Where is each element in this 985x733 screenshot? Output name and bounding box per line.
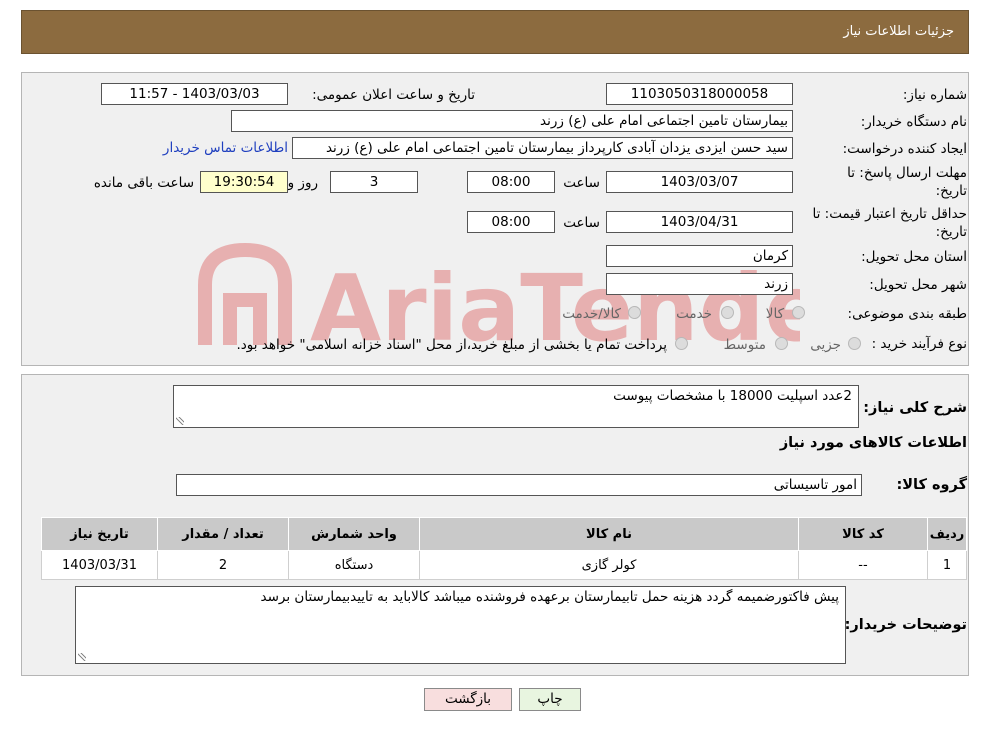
page-title: جزئیات اطلاعات نیاز <box>843 24 954 39</box>
announce-datetime-field: 1403/03/03 - 11:57 <box>101 83 288 105</box>
cell-name: کولر گازی <box>419 550 799 580</box>
city-field: زرند <box>606 273 793 295</box>
days-remaining-field: 3 <box>330 171 418 193</box>
creator-field: سید حسن ایزدی یزدان آبادی کارپرداز بیمار… <box>292 137 793 159</box>
category-radio-goods[interactable] <box>792 306 805 319</box>
deadline-date-field: 1403/03/07 <box>606 171 793 193</box>
province-label: استان محل تحویل: <box>861 249 967 265</box>
cell-code: -- <box>798 550 928 580</box>
goods-group-label: گروه کالا: <box>896 477 967 493</box>
deadline-time-field: 08:00 <box>467 171 555 193</box>
need-summary-text: 2عدد اسپلیت 18000 با مشخصات پیوست <box>613 388 852 404</box>
goods-group-field: امور تاسیساتی <box>176 474 862 496</box>
process-option-minor: جزیی <box>810 337 841 353</box>
category-option-goods: کالا <box>765 306 784 322</box>
cell-qty: 2 <box>157 550 289 580</box>
process-radio-treasury[interactable] <box>675 337 688 350</box>
col-row: ردیف <box>927 517 967 551</box>
cell-row: 1 <box>927 550 967 580</box>
treasury-payment-note: پرداخت تمام یا بخشی از مبلغ خرید،از محل … <box>236 337 667 353</box>
price-validity-time-field: 08:00 <box>467 211 555 233</box>
days-label: روز و <box>287 175 318 191</box>
category-option-goods-service: کالا/خدمت <box>562 306 621 322</box>
col-date: تاریخ نیاز <box>41 517 158 551</box>
col-name: نام کالا <box>419 517 799 551</box>
need-summary-textarea[interactable]: 2عدد اسپلیت 18000 با مشخصات پیوست <box>173 385 859 428</box>
time-remaining-field: 19:30:54 <box>200 171 288 193</box>
deadline-label-date: تاریخ: <box>935 183 967 199</box>
col-code: کد کالا <box>798 517 928 551</box>
price-validity-label: حداقل تاریخ اعتبار قیمت: تا <box>812 206 967 222</box>
price-validity-time-label: ساعت <box>563 215 600 231</box>
category-radio-service[interactable] <box>721 306 734 319</box>
category-label: طبقه بندی موضوعی: <box>847 306 967 322</box>
cell-date: 1403/03/31 <box>41 550 158 580</box>
buyer-org-field: بیمارستان تامین اجتماعی امام علی (ع) زرن… <box>231 110 793 132</box>
need-number-field: 1103050318000058 <box>606 83 793 105</box>
buyer-notes-text: پیش فاکتورضمیمه گردد هزینه حمل تابیمارست… <box>260 589 839 605</box>
need-number-label: شماره نیاز: <box>902 87 967 103</box>
buyer-org-label: نام دستگاه خریدار: <box>860 114 967 130</box>
col-qty: تعداد / مقدار <box>157 517 289 551</box>
city-label: شهر محل تحویل: <box>869 277 967 293</box>
cell-unit: دستگاه <box>288 550 420 580</box>
announce-datetime-label: تاریخ و ساعت اعلان عمومی: <box>312 87 475 103</box>
print-button[interactable]: چاپ <box>519 688 581 711</box>
time-remaining-label: ساعت باقی مانده <box>93 175 194 191</box>
process-radio-minor[interactable] <box>848 337 861 350</box>
price-validity-label-date: تاریخ: <box>935 224 967 240</box>
col-unit: واحد شمارش <box>288 517 420 551</box>
buyer-notes-textarea[interactable]: پیش فاکتورضمیمه گردد هزینه حمل تابیمارست… <box>75 586 846 664</box>
goods-table: ردیف کد کالا نام کالا واحد شمارش تعداد /… <box>41 517 967 580</box>
table-row: 1 -- کولر گازی دستگاه 2 1403/03/31 <box>41 550 967 580</box>
process-option-medium: متوسط <box>723 337 766 353</box>
process-type-label: نوع فرآیند خرید : <box>871 336 967 352</box>
province-field: کرمان <box>606 245 793 267</box>
need-summary-label: شرح کلی نیاز: <box>863 400 967 416</box>
creator-label: ایجاد کننده درخواست: <box>842 141 967 157</box>
price-validity-date-field: 1403/04/31 <box>606 211 793 233</box>
resize-grip-icon[interactable] <box>78 653 86 661</box>
deadline-label: مهلت ارسال پاسخ: تا <box>847 165 967 181</box>
category-radio-goods-service[interactable] <box>628 306 641 319</box>
page-header: جزئیات اطلاعات نیاز <box>21 10 969 54</box>
back-button[interactable]: بازگشت <box>424 688 512 711</box>
buyer-notes-label: توضیحات خریدار: <box>844 617 967 633</box>
buyer-contact-link[interactable]: اطلاعات تماس خریدار <box>163 140 288 156</box>
goods-table-header: ردیف کد کالا نام کالا واحد شمارش تعداد /… <box>41 517 967 551</box>
process-radio-medium[interactable] <box>775 337 788 350</box>
category-option-service: خدمت <box>676 306 712 322</box>
deadline-time-label: ساعت <box>563 175 600 191</box>
resize-grip-icon[interactable] <box>176 417 184 425</box>
goods-info-title: اطلاعات کالاهای مورد نیاز <box>779 435 967 451</box>
